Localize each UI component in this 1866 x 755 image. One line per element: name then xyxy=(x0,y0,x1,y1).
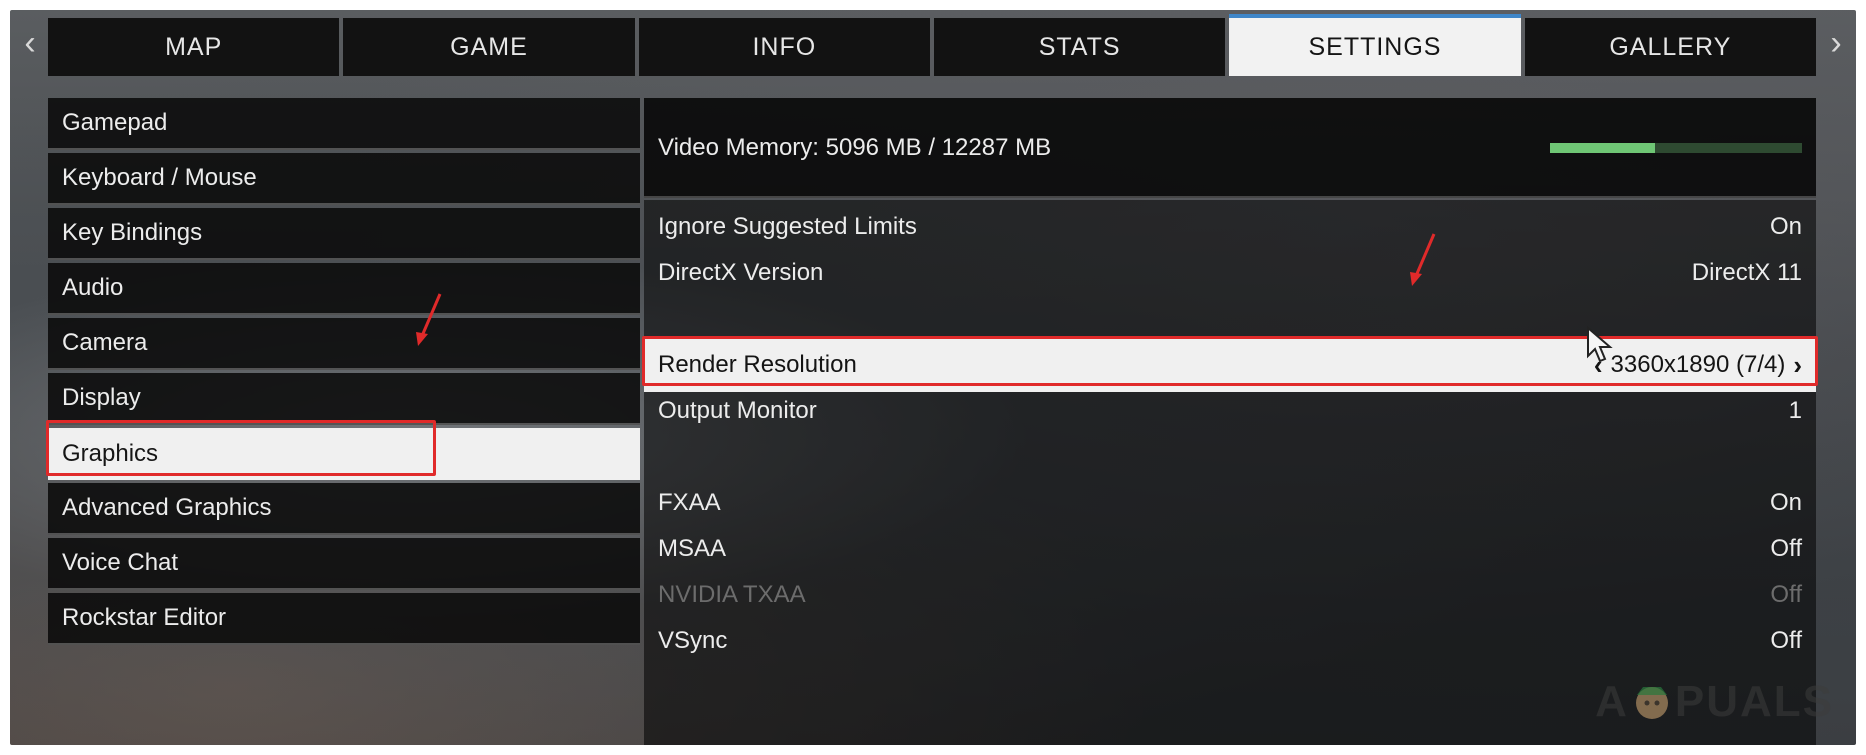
chevron-left-icon[interactable]: ‹ xyxy=(1594,350,1603,381)
settings-category-list: Gamepad Keyboard / Mouse Key Bindings Au… xyxy=(48,98,640,648)
chevron-left-icon[interactable]: ‹ xyxy=(16,26,44,60)
sidebar-item-display[interactable]: Display xyxy=(48,373,640,425)
mascot-logo-icon xyxy=(1635,687,1668,719)
sidebar-item-gamepad[interactable]: Gamepad xyxy=(48,98,640,150)
setting-label: FXAA xyxy=(658,489,721,516)
video-memory-label: Video Memory: 5096 MB / 12287 MB xyxy=(658,134,1052,161)
setting-value: 1 xyxy=(1788,397,1802,424)
setting-label: Output Monitor xyxy=(658,397,817,424)
setting-value: Off xyxy=(1770,627,1802,654)
setting-value-selector: ‹ 3360x1890 (7/4) › xyxy=(1594,350,1802,381)
setting-label: Render Resolution xyxy=(658,351,857,378)
appuals-watermark: A PUALS xyxy=(1595,677,1834,727)
video-memory-bar-fill xyxy=(1550,143,1655,153)
tab-map[interactable]: MAP xyxy=(48,18,340,76)
setting-label: MSAA xyxy=(658,535,727,562)
settings-list: Ignore Suggested Limits On DirectX Versi… xyxy=(642,200,1818,745)
setting-row-vsync[interactable]: VSync Off xyxy=(644,614,1816,668)
watermark-text: PUALS xyxy=(1674,677,1834,726)
sidebar-item-keyboard-mouse[interactable]: Keyboard / Mouse xyxy=(48,153,640,205)
watermark-text: A xyxy=(1595,677,1629,726)
video-memory-bar xyxy=(1550,143,1802,153)
sidebar-item-key-bindings[interactable]: Key Bindings xyxy=(48,208,640,260)
setting-label: Ignore Suggested Limits xyxy=(658,213,917,240)
tab-stats[interactable]: STATS xyxy=(933,18,1226,76)
tab-game[interactable]: GAME xyxy=(343,18,635,76)
setting-row-directx-version[interactable]: DirectX Version DirectX 11 xyxy=(644,246,1816,300)
setting-value: On xyxy=(1769,489,1802,516)
graphics-settings-panel: Video Memory: 5096 MB / 12287 MB Ignore … xyxy=(642,98,1818,745)
chevron-right-icon[interactable]: › xyxy=(1822,26,1850,60)
setting-label: VSync xyxy=(658,627,728,654)
setting-value: 3360x1890 (7/4) xyxy=(1610,351,1786,378)
sidebar-item-voice-chat[interactable]: Voice Chat xyxy=(48,538,640,590)
setting-value: Off xyxy=(1770,581,1802,608)
setting-label: DirectX Version xyxy=(658,259,824,286)
menu-tabs: MAP GAME INFO STATS SETTINGS GALLERY xyxy=(48,14,1816,76)
sidebar-item-graphics[interactable]: Graphics xyxy=(48,428,640,480)
game-pause-menu: ‹ › MAP GAME INFO STATS SETTINGS GALLERY… xyxy=(10,10,1856,745)
setting-value: Off xyxy=(1770,535,1802,562)
video-memory-box: Video Memory: 5096 MB / 12287 MB xyxy=(644,98,1816,198)
setting-label: NVIDIA TXAA xyxy=(658,581,806,608)
tab-info[interactable]: INFO xyxy=(638,18,930,76)
sidebar-item-advanced-graphics[interactable]: Advanced Graphics xyxy=(48,483,640,535)
tab-settings[interactable]: SETTINGS xyxy=(1229,14,1521,76)
sidebar-item-audio[interactable]: Audio xyxy=(48,263,640,315)
setting-row-output-monitor[interactable]: Output Monitor 1 xyxy=(644,384,1816,438)
setting-value: DirectX 11 xyxy=(1691,259,1802,286)
tab-gallery[interactable]: GALLERY xyxy=(1524,18,1816,76)
sidebar-item-rockstar-editor[interactable]: Rockstar Editor xyxy=(48,593,640,645)
chevron-right-icon[interactable]: › xyxy=(1793,350,1802,381)
setting-value: On xyxy=(1769,213,1802,240)
sidebar-item-camera[interactable]: Camera xyxy=(48,318,640,370)
